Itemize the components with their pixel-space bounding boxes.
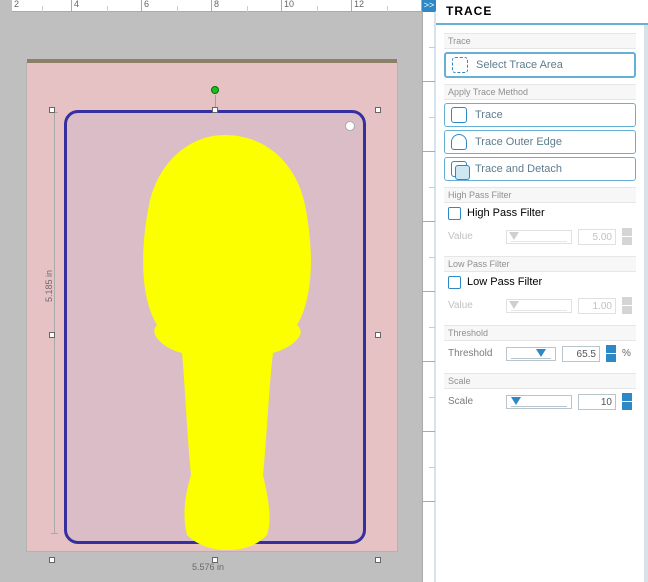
hpf-value-label: Value [448, 231, 500, 242]
trace-outer-icon [451, 134, 467, 150]
dimension-guide-v [54, 112, 55, 534]
trace-selection[interactable] [64, 110, 366, 544]
trace-detach-label: Trace and Detach [475, 163, 562, 175]
group-header-lpf: Low Pass Filter [444, 256, 636, 272]
threshold-spinner[interactable] [606, 345, 616, 363]
hpf-slider [506, 230, 572, 244]
dimension-height-label: 5.185 in [44, 270, 54, 302]
lpf-checkbox[interactable] [448, 276, 461, 289]
panel-title: TRACE [436, 0, 648, 25]
ruler-tick: 10 [284, 0, 294, 9]
ruler-tick: 12 [354, 0, 364, 9]
group-header-trace: Trace [444, 33, 636, 49]
threshold-label: Threshold [448, 348, 500, 359]
ruler-vertical [422, 12, 434, 582]
scale-slider[interactable] [506, 395, 572, 409]
design-canvas[interactable]: 5.185 in 5.576 in [12, 12, 422, 582]
hpf-checkbox[interactable] [448, 207, 461, 220]
hpf-checkbox-label: High Pass Filter [467, 207, 545, 219]
select-trace-area-label: Select Trace Area [476, 59, 563, 71]
ruler-horizontal: 2 4 6 8 10 12 [12, 0, 434, 12]
lpf-slider [506, 299, 572, 313]
lpf-checkbox-label: Low Pass Filter [467, 276, 542, 288]
ruler-tick: 6 [144, 0, 149, 9]
scale-label: Scale [448, 396, 500, 407]
panel-collapse-toggle[interactable]: >> [422, 0, 436, 12]
trace-panel: TRACE Trace Select Trace Area Apply Trac… [434, 0, 648, 582]
dimension-width-label: 5.576 in [192, 562, 224, 572]
scale-spinner[interactable] [622, 393, 632, 411]
resize-handle-sw[interactable] [49, 557, 55, 563]
canvas-area[interactable]: 2 4 6 8 10 12 >> 5.185 in 5.576 in [0, 0, 434, 582]
trace-button[interactable]: Trace [444, 103, 636, 127]
lpf-spinner [622, 297, 632, 315]
ruler-tick: 4 [74, 0, 79, 9]
hpf-spinner [622, 228, 632, 246]
threshold-value[interactable]: 65.5 [562, 346, 600, 362]
select-area-icon [452, 57, 468, 73]
group-header-scale: Scale [444, 373, 636, 389]
ruler-tick: 2 [14, 0, 19, 9]
group-header-hpf: High Pass Filter [444, 187, 636, 203]
trace-detach-button[interactable]: Trace and Detach [444, 157, 636, 181]
ruler-tick: 8 [214, 0, 219, 9]
resize-handle-se[interactable] [375, 557, 381, 563]
scale-value[interactable]: 10 [578, 394, 616, 410]
trace-label: Trace [475, 109, 503, 121]
trace-outer-label: Trace Outer Edge [475, 136, 562, 148]
selection-close-icon[interactable] [345, 121, 355, 131]
hpf-value: 5.00 [578, 229, 616, 245]
lpf-value: 1.00 [578, 298, 616, 314]
lpf-value-label: Value [448, 300, 500, 311]
group-header-threshold: Threshold [444, 325, 636, 341]
group-header-method: Apply Trace Method [444, 84, 636, 100]
traced-shape [127, 135, 327, 550]
trace-detach-icon [451, 161, 467, 177]
threshold-slider[interactable] [506, 347, 556, 361]
threshold-unit: % [622, 348, 632, 359]
trace-outer-edge-button[interactable]: Trace Outer Edge [444, 130, 636, 154]
select-trace-area-button[interactable]: Select Trace Area [444, 52, 636, 78]
trace-icon [451, 107, 467, 123]
